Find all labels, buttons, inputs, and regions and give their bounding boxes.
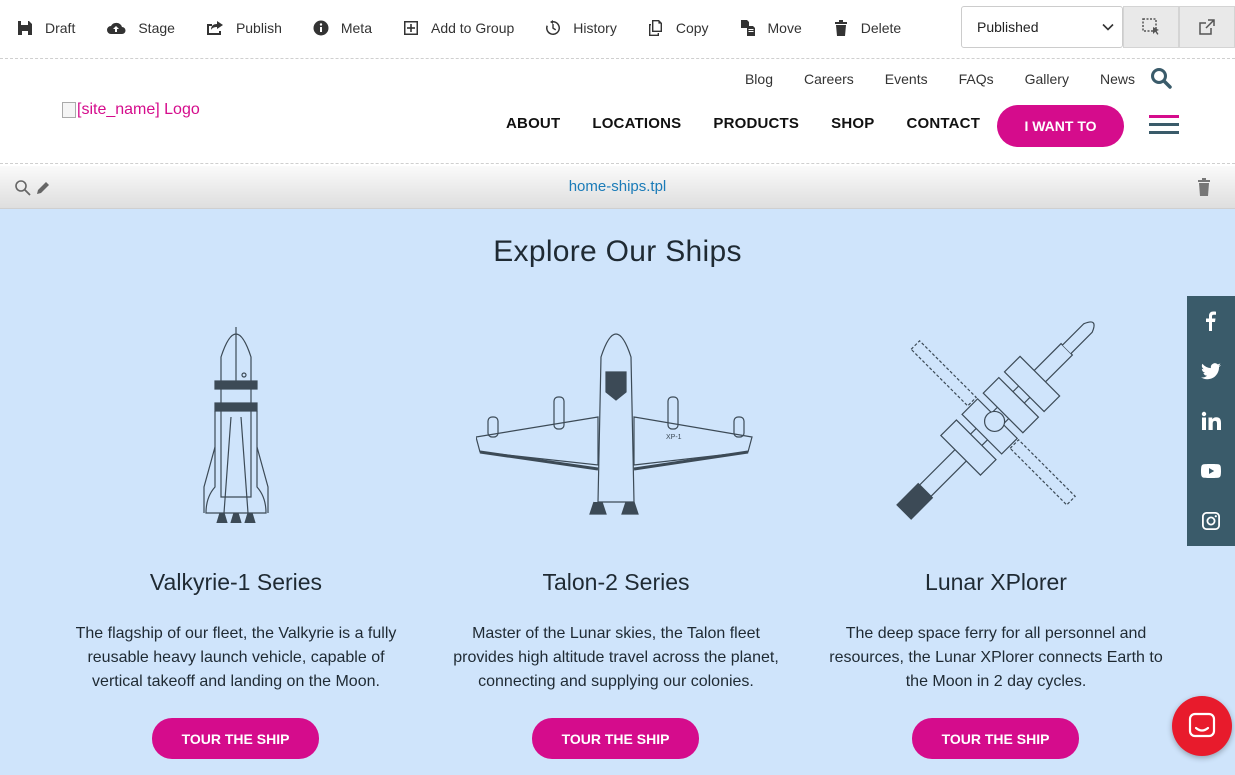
twitter-link[interactable]	[1187, 346, 1235, 396]
ships-section: Explore Our Ships Valkyrie-1 Series The …	[0, 209, 1235, 775]
twitter-icon	[1201, 363, 1221, 380]
chevron-down-icon	[1102, 23, 1114, 31]
save-icon	[18, 21, 32, 35]
share-icon	[206, 21, 223, 35]
card-text: The flagship of our fleet, the Valkyrie …	[75, 625, 397, 690]
info-icon	[313, 20, 329, 36]
status-select[interactable]: Published	[961, 6, 1123, 48]
youtube-icon	[1201, 464, 1221, 478]
chat-icon	[1188, 712, 1216, 738]
card-title: Lunar XPlorer	[925, 569, 1067, 595]
open-external-button[interactable]	[1179, 6, 1235, 48]
i-want-to-button[interactable]: I WANT TO	[997, 105, 1124, 147]
facebook-link[interactable]	[1187, 296, 1235, 346]
util-nav-faqs[interactable]: FAQs	[959, 71, 994, 87]
trash-icon[interactable]	[1197, 178, 1211, 196]
delete-button[interactable]: Delete	[816, 0, 915, 56]
nav-locations[interactable]: LOCATIONS	[592, 115, 681, 132]
hamburger-menu-icon[interactable]	[1149, 115, 1179, 135]
facebook-icon	[1206, 311, 1216, 331]
meta-button[interactable]: Meta	[296, 0, 386, 56]
copy-icon	[648, 20, 662, 36]
linkedin-icon	[1201, 411, 1221, 430]
card-text: The deep space ferry for all personnel a…	[829, 625, 1163, 690]
spaceplane-illustration: XP-1	[436, 317, 796, 523]
linkedin-link[interactable]	[1187, 396, 1235, 446]
main-nav: ABOUT LOCATIONS PRODUCTS SHOP CONTACT	[506, 115, 1012, 132]
util-nav-careers[interactable]: Careers	[804, 71, 854, 87]
youtube-link[interactable]	[1187, 446, 1235, 496]
publish-button[interactable]: Publish	[189, 0, 296, 56]
util-nav-blog[interactable]: Blog	[745, 71, 773, 87]
history-icon	[546, 20, 561, 35]
move-button[interactable]: Move	[723, 0, 816, 56]
chat-launcher-button[interactable]	[1172, 696, 1232, 756]
tour-the-ship-button[interactable]: TOUR THE SHIP	[152, 718, 319, 759]
instagram-icon	[1202, 512, 1220, 530]
util-nav-events[interactable]: Events	[885, 71, 928, 87]
nav-shop[interactable]: SHOP	[831, 115, 874, 132]
select-region-button[interactable]	[1123, 6, 1179, 48]
add-to-group-button[interactable]: Add to Group	[386, 0, 528, 56]
card-text: Master of the Lunar skies, the Talon fle…	[453, 625, 779, 690]
tour-the-ship-button[interactable]: TOUR THE SHIP	[532, 718, 699, 759]
trash-icon	[834, 20, 847, 36]
template-bar: home-ships.tpl	[0, 166, 1235, 209]
instagram-link[interactable]	[1187, 496, 1235, 546]
broken-image-icon	[62, 102, 76, 118]
cloud-upload-icon	[107, 22, 126, 34]
nav-contact[interactable]: CONTACT	[906, 115, 980, 132]
ship-card-lunar-xplorer: Lunar XPlorer The deep space ferry for a…	[816, 209, 1176, 775]
stage-button[interactable]: Stage	[89, 0, 189, 56]
nav-products[interactable]: PRODUCTS	[713, 115, 799, 132]
plus-square-icon	[403, 21, 418, 35]
template-name[interactable]: home-ships.tpl	[0, 178, 1235, 195]
select-region-icon	[1142, 18, 1159, 35]
move-icon	[740, 20, 755, 36]
ship-card-talon: XP-1 Talon-2 Series Master of the Lunar …	[436, 209, 796, 775]
card-title: Talon-2 Series	[542, 569, 690, 595]
rocket-illustration	[56, 317, 416, 523]
station-illustration	[816, 317, 1176, 523]
utility-nav: Blog Careers Events FAQs Gallery News	[745, 71, 1135, 87]
card-title: Valkyrie-1 Series	[149, 569, 323, 595]
util-nav-news[interactable]: News	[1100, 71, 1135, 87]
site-logo[interactable]: [site_name] Logo	[62, 101, 200, 119]
ship-card-valkyrie: Valkyrie-1 Series The flagship of our fl…	[56, 209, 416, 775]
external-link-icon	[1199, 19, 1215, 35]
svg-text:XP-1: XP-1	[666, 434, 682, 441]
site-header: [site_name] Logo Blog Careers Events FAQ…	[0, 58, 1235, 164]
copy-button[interactable]: Copy	[631, 0, 723, 56]
tour-the-ship-button[interactable]: TOUR THE SHIP	[912, 718, 1079, 759]
social-bar	[1187, 296, 1235, 546]
history-button[interactable]: History	[528, 0, 631, 56]
search-icon[interactable]	[1150, 67, 1172, 89]
nav-about[interactable]: ABOUT	[506, 115, 560, 132]
draft-button[interactable]: Draft	[0, 0, 89, 56]
util-nav-gallery[interactable]: Gallery	[1025, 71, 1069, 87]
